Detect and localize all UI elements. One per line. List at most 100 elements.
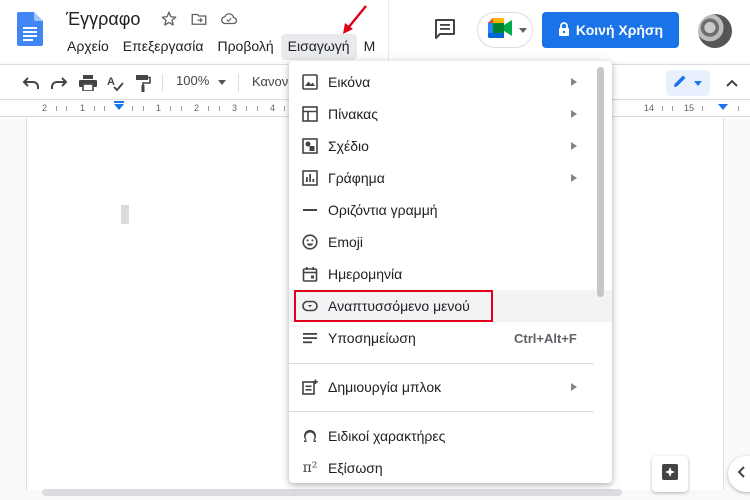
editing-mode-dropdown-icon [694, 80, 702, 86]
ruler-tick [246, 106, 247, 111]
ruler-tick [66, 106, 67, 111]
chevron-up-icon[interactable] [722, 73, 742, 93]
ruler-number: 3 [232, 103, 238, 113]
menu-item-footnote[interactable]: Υποσημείωση Ctrl+Alt+F [289, 322, 612, 354]
ruler-tick [738, 106, 739, 111]
cloud-saved-icon[interactable] [218, 8, 240, 30]
annotation-arrow-icon [343, 5, 367, 34]
redo-icon[interactable] [48, 72, 70, 94]
share-button[interactable]: Κοινή Χρήση [542, 12, 679, 48]
right-indent-marker[interactable] [718, 104, 728, 110]
menu-insert[interactable]: Εισαγωγή [280, 34, 357, 60]
horizontal-line-icon [302, 202, 318, 218]
paint-format-icon[interactable] [132, 72, 154, 94]
calendar-icon [302, 266, 318, 282]
spellcheck-icon[interactable]: A [104, 72, 126, 94]
ruler-tick [672, 106, 673, 111]
lock-icon [558, 21, 570, 39]
menu-scrollbar[interactable] [597, 67, 604, 297]
move-to-folder-icon[interactable] [188, 8, 210, 30]
ruler-tick [219, 106, 220, 111]
chevron-left-icon [736, 465, 746, 484]
share-label: Κοινή Χρήση [575, 22, 664, 38]
menu-item-horizontal-line[interactable]: Οριζόντια γραμμή [289, 194, 612, 226]
menu-format[interactable]: Μορφή [357, 34, 375, 60]
ruler-tick [208, 106, 209, 111]
horizontal-scrollbar[interactable] [42, 489, 622, 496]
document-title[interactable]: Έγγραφο [66, 9, 140, 30]
zoom-select[interactable]: 100% [176, 73, 209, 88]
explore-sparkle-icon [661, 463, 679, 486]
ruler-number: 4 [270, 103, 276, 113]
annotation-highlight-box [294, 290, 493, 322]
meet-camera-icon [488, 17, 514, 43]
submenu-arrow-icon [571, 142, 577, 150]
menu-item-equation[interactable]: π² Εξίσωση [289, 452, 612, 483]
zoom-dropdown-icon[interactable] [218, 80, 226, 85]
submenu-arrow-icon [571, 110, 577, 118]
footnote-icon [302, 330, 318, 346]
image-icon [302, 74, 318, 90]
meet-dropdown-icon [519, 27, 527, 33]
undo-icon[interactable] [20, 72, 42, 94]
menu-item-chart[interactable]: Γράφημα [289, 162, 612, 194]
paragraph-style-select[interactable]: Κανονικό κείμενο [252, 74, 288, 89]
ruler-number: 14 [644, 103, 655, 113]
left-indent-marker[interactable] [114, 104, 124, 110]
ruler-number: 2 [194, 103, 200, 113]
ruler-tick [702, 106, 703, 111]
ruler-tick [56, 106, 57, 111]
menu-divider [289, 363, 594, 364]
menu-item-building-blocks[interactable]: Δημιουργία μπλοκ [289, 371, 612, 403]
menu-item-table[interactable]: Πίνακας [289, 98, 612, 130]
menu-item-special-characters[interactable]: Ειδικοί χαρακτήρες [289, 420, 612, 452]
toolbar-divider [238, 74, 239, 92]
menu-view[interactable]: Προβολή [210, 34, 280, 60]
building-blocks-icon [302, 379, 318, 395]
avatar[interactable] [698, 14, 732, 48]
submenu-arrow-icon [571, 174, 577, 182]
pi-icon: π² [302, 460, 318, 476]
meet-button[interactable] [477, 12, 533, 48]
menu-edit[interactable]: Επεξεργασία [116, 34, 211, 60]
first-line-indent-marker[interactable] [114, 101, 124, 103]
ruler-number: 1 [80, 103, 86, 113]
ruler-number: 15 [684, 103, 695, 113]
submenu-arrow-icon [571, 78, 577, 86]
footnote-shortcut: Ctrl+Alt+F [514, 331, 577, 346]
ruler-tick [132, 106, 133, 111]
toolbar-divider [162, 74, 163, 92]
ruler-number: 2 [42, 103, 48, 113]
star-icon[interactable] [158, 8, 180, 30]
drawing-icon [302, 138, 318, 154]
table-icon [302, 106, 318, 122]
print-icon[interactable] [77, 72, 99, 94]
ruler-number: 1 [156, 103, 162, 113]
ruler-tick [94, 106, 95, 111]
submenu-arrow-icon [571, 383, 577, 391]
pencil-icon [672, 73, 688, 94]
ruler-tick [181, 106, 182, 111]
text-cursor [121, 205, 129, 224]
omega-icon [302, 428, 318, 444]
menu-item-emoji[interactable]: Emoji [289, 226, 612, 258]
ruler-tick [662, 106, 663, 111]
menu-file[interactable]: Αρχείο [60, 34, 116, 60]
comment-history-icon[interactable] [433, 18, 457, 40]
ruler-tick [170, 106, 171, 111]
insert-menu: Εικόνα Πίνακας Σχέδιο Γράφημα Οριζόντια … [289, 61, 612, 483]
svg-text:A: A [107, 76, 115, 88]
editing-mode-button[interactable] [666, 70, 710, 96]
ruler-tick [284, 106, 285, 111]
ruler-tick [257, 106, 258, 111]
menu-item-image[interactable]: Εικόνα [289, 66, 612, 98]
chart-icon [302, 170, 318, 186]
ruler-tick [143, 106, 144, 111]
emoji-icon [302, 234, 318, 250]
docs-logo-icon[interactable] [17, 12, 43, 46]
menu-item-date[interactable]: Ημερομηνία [289, 258, 612, 290]
explore-button[interactable] [652, 456, 688, 492]
menu-item-drawing[interactable]: Σχέδιο [289, 130, 612, 162]
side-panel-toggle[interactable] [728, 456, 750, 492]
menu-bar: Αρχείο Επεξεργασία Προβολή Εισαγωγή Μορφ… [60, 34, 375, 60]
